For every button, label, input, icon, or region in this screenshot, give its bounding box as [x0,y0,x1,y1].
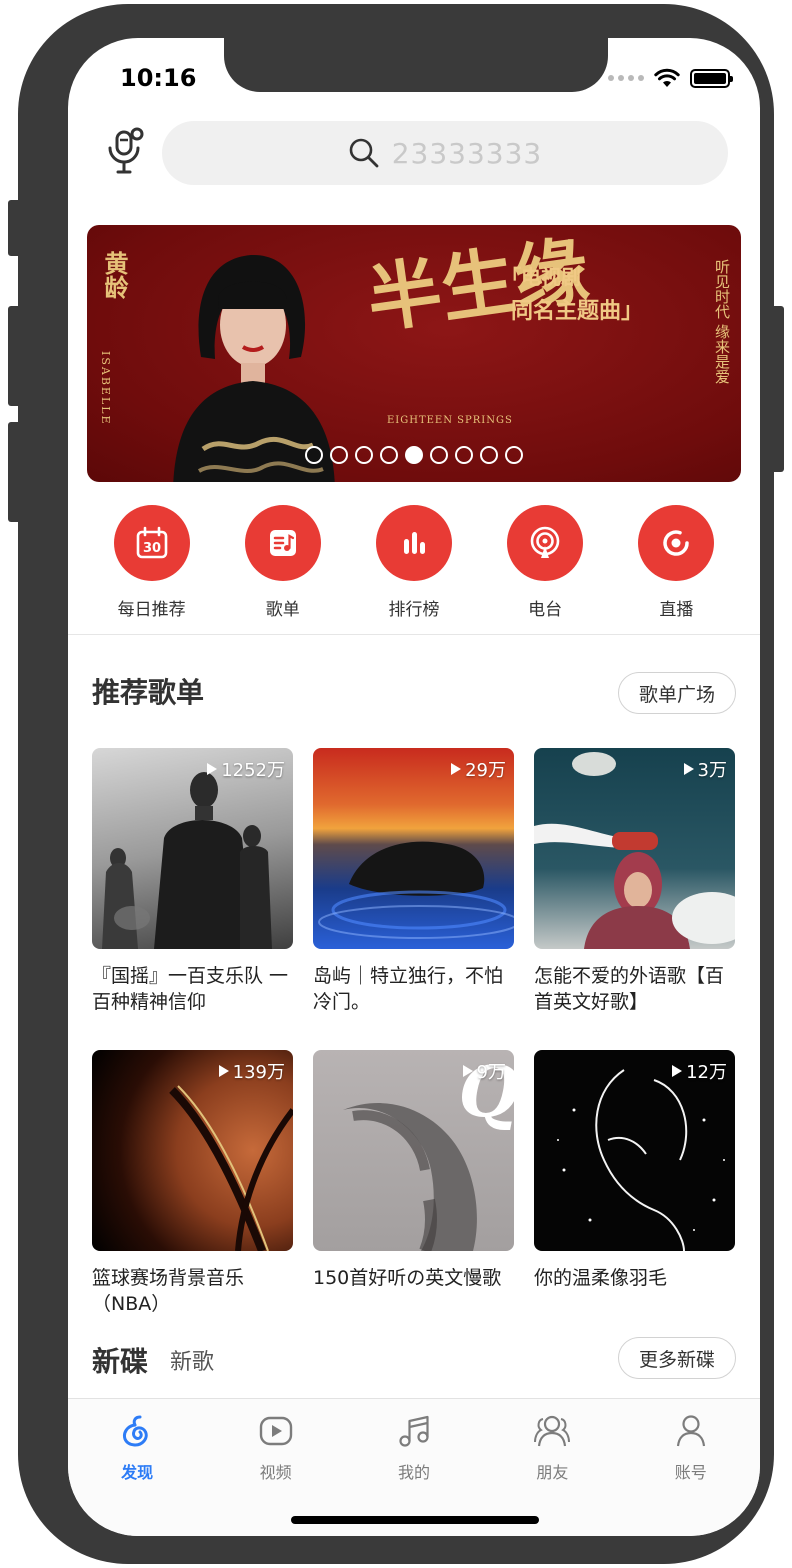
calendar-badge: 30 [143,541,161,556]
playlist-icon [269,530,296,556]
banner-pagination[interactable] [305,446,523,464]
quick-daily-recommend[interactable]: 30 每日推荐 [97,505,207,620]
phone-frame: 10:16 23333333 黄龄 ISABELLE 半生缘 「电视剧 同名主题… [18,4,774,1564]
play-count: 12万 [672,1058,727,1084]
tab-video[interactable]: 视频 [226,1411,326,1483]
quick-label: 每日推荐 [117,600,186,620]
playlist-title[interactable]: 你的温柔像羽毛 [534,1265,735,1291]
section-divider [68,634,760,635]
microphone-icon [108,127,144,174]
banner-artist-en: ISABELLE [99,351,112,426]
home-indicator[interactable] [291,1516,539,1524]
banner-subtitle-2: 同名主题曲」 [511,298,644,324]
screen: 10:16 23333333 黄龄 ISABELLE 半生缘 「电视剧 同名主题… [68,38,760,1536]
video-icon [259,1416,292,1446]
banner-artist: 黄龄 [100,251,129,299]
play-count: 3万 [684,756,727,782]
new-songs-tab[interactable]: 新歌 [170,1344,214,1376]
tab-label: 视频 [259,1463,292,1482]
more-albums-button[interactable]: 更多新碟 [618,1337,736,1379]
quick-entries: 30 每日推荐 歌单 排行榜 电台 直播 [68,505,760,620]
status-time: 10:16 [120,64,197,92]
banner-dot[interactable] [455,446,473,464]
banner-dot[interactable] [430,446,448,464]
playlist-title[interactable]: 『国摇』一百支乐队 一百种精神信仰 [92,963,293,1015]
play-count: 139万 [219,1058,285,1084]
banner-dot[interactable] [330,446,348,464]
tab-account[interactable]: 账号 [641,1411,741,1483]
playlist-cover[interactable]: Q 9万 [313,1050,514,1251]
banner-title-en: EIGHTEEN SPRINGS [387,415,513,426]
playlist-cover[interactable]: 1252万 [92,748,293,949]
search-placeholder: 23333333 [391,136,543,170]
playlist-card[interactable]: Q 9万 150首好听の英文慢歌 [313,1050,514,1352]
playlist-square-button[interactable]: 歌单广场 [618,672,736,714]
cellular-signal-icon [608,75,644,81]
banner-dot[interactable] [355,446,373,464]
play-count: 9万 [463,1058,506,1084]
quick-charts[interactable]: 排行榜 [359,505,469,620]
playlist-card[interactable]: 1252万 『国摇』一百支乐队 一百种精神信仰 [92,748,293,1050]
discover-icon [123,1415,148,1447]
promo-banner[interactable]: 黄龄 ISABELLE 半生缘 「电视剧 同名主题曲」 EIGHTEEN SPR… [87,225,741,482]
quick-label: 排行榜 [388,600,440,620]
tab-discover[interactable]: 发现 [87,1411,187,1483]
playlist-title[interactable]: 篮球赛场背景音乐（NBA） [92,1265,293,1317]
banner-dot[interactable] [380,446,398,464]
recommended-title: 推荐歌单 [92,676,205,709]
playlist-card[interactable]: 3万 怎能不爱的外语歌【百首英文好歌】 [534,748,735,1050]
quick-radio[interactable]: 电台 [490,505,600,620]
new-albums-title[interactable]: 新碟 [92,1340,148,1380]
playlist-cover[interactable]: 29万 [313,748,514,949]
quick-label: 歌单 [265,600,300,620]
quick-live[interactable]: 直播 [621,505,731,620]
status-icons [608,68,733,88]
quick-label: 电台 [528,600,563,620]
notch [224,38,608,92]
playlist-card[interactable]: 29万 岛屿｜特立独行，不怕冷门。 [313,748,514,1050]
tab-label: 朋友 [536,1463,569,1482]
playlist-card[interactable]: 139万 篮球赛场背景音乐（NBA） [92,1050,293,1352]
wifi-icon [654,68,680,87]
playlist-title[interactable]: 150首好听の英文慢歌 [313,1265,514,1291]
banner-dot[interactable] [305,446,323,464]
friends-icon [534,1415,571,1447]
search-icon [349,138,379,168]
quick-playlist[interactable]: 歌单 [228,505,338,620]
tab-mine[interactable]: 我的 [364,1411,464,1483]
banner-dot[interactable] [505,446,523,464]
play-count: 29万 [451,756,506,782]
calendar-icon: 30 [136,526,167,559]
tab-label: 账号 [674,1463,707,1482]
search-bar[interactable]: 23333333 [162,121,728,185]
playlist-cover[interactable]: 3万 [534,748,735,949]
banner-subtitle-1: 「电视剧 [501,265,581,289]
chart-bars-icon [403,532,425,554]
voice-search-button[interactable] [104,126,148,178]
radio-icon [530,526,560,558]
playlist-title[interactable]: 怎能不爱的外语歌【百首英文好歌】 [534,963,735,1015]
playlist-cover[interactable]: 12万 [534,1050,735,1251]
playlist-grid: 1252万 『国摇』一百支乐队 一百种精神信仰 29万 岛屿｜特立独行，不怕冷门… [92,748,738,1352]
playlist-cover[interactable]: 139万 [92,1050,293,1251]
tab-friends[interactable]: 朋友 [502,1411,602,1483]
banner-tagline: 听见时代 缘来是爱 [713,259,731,384]
music-note-icon [399,1415,429,1447]
tab-label: 发现 [121,1463,154,1482]
battery-icon [690,68,733,88]
play-count: 1252万 [207,756,285,782]
quick-label: 直播 [659,600,694,620]
banner-dot-active[interactable] [405,446,423,464]
live-icon [663,530,690,556]
playlist-card[interactable]: 12万 你的温柔像羽毛 [534,1050,735,1352]
playlist-title[interactable]: 岛屿｜特立独行，不怕冷门。 [313,963,514,1015]
account-icon [676,1415,705,1447]
banner-dot[interactable] [480,446,498,464]
tab-label: 我的 [397,1463,430,1482]
